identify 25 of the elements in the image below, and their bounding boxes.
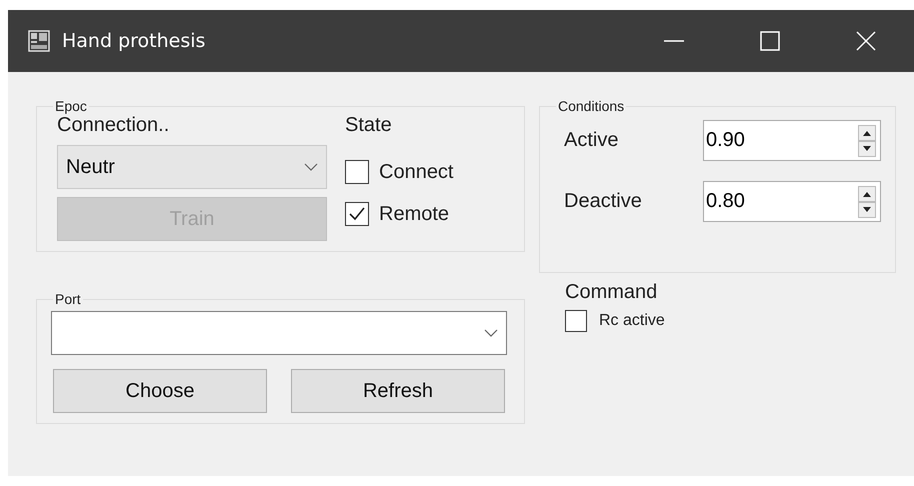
number-field[interactable]: 0.80 <box>703 181 881 222</box>
port-button[interactable]: Refresh <box>291 369 505 413</box>
window-title: Hand prothesis <box>62 30 206 52</box>
port-button[interactable]: Choose <box>53 369 267 413</box>
state-label: State <box>345 114 393 137</box>
connection-label: Connection.. <box>57 114 170 137</box>
checkbox[interactable]: Connect <box>345 160 454 184</box>
group-legend: Epoc <box>53 98 89 114</box>
port-dropdown[interactable] <box>51 311 507 355</box>
field-label: Active <box>564 129 620 152</box>
chevron-down-icon <box>304 163 318 171</box>
group-legend: Port <box>53 291 83 307</box>
group-legend: Conditions <box>556 98 626 114</box>
chevron-down-icon <box>484 329 498 337</box>
checkbox[interactable]: Remote <box>345 202 450 226</box>
minimize-icon <box>663 40 685 42</box>
close-icon <box>855 30 877 52</box>
number-field[interactable]: 0.90 <box>703 120 881 161</box>
checkbox[interactable]: Rc active <box>565 310 665 332</box>
spinner-arrows-icon[interactable] <box>858 124 876 156</box>
app-icon <box>28 30 50 52</box>
spinner-arrows-icon[interactable] <box>858 186 876 218</box>
maximize-icon <box>759 30 781 52</box>
field-label: Deactive <box>564 190 642 213</box>
command-label: Command <box>565 281 658 304</box>
